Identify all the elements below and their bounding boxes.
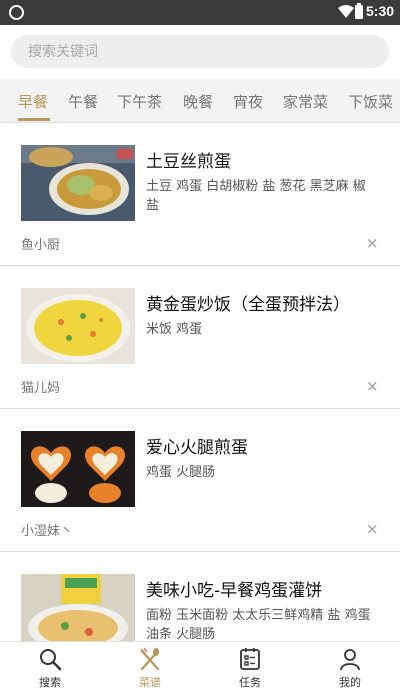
notification-circle-icon xyxy=(9,5,24,20)
close-icon[interactable]: × xyxy=(366,377,379,395)
tab-afternoon-tea[interactable]: 下午茶 xyxy=(117,91,162,112)
nav-label: 任务 xyxy=(239,676,261,689)
tab-home-cooking[interactable]: 家常菜 xyxy=(283,91,328,112)
person-icon xyxy=(340,649,360,671)
tab-dinner[interactable]: 晚餐 xyxy=(183,91,213,112)
recipe-title: 爱心火腿煎蛋 xyxy=(146,438,248,458)
close-icon[interactable]: × xyxy=(366,234,379,252)
category-tabs: 早餐 午餐 下午茶 晚餐 宵夜 家常菜 下饭菜 xyxy=(0,79,400,123)
task-icon xyxy=(240,648,260,670)
status-time: 5:30 xyxy=(366,3,395,19)
recipe-card[interactable]: 土豆丝煎蛋 土豆 鸡蛋 白胡椒粉 盐 葱花 黑芝麻 椒盐 鱼小厨 × xyxy=(0,123,400,266)
tab-lunch[interactable]: 午餐 xyxy=(68,91,98,112)
recipe-title: 土豆丝煎蛋 xyxy=(146,152,231,172)
recipe-card[interactable]: 爱心火腿煎蛋 鸡蛋 火腿肠 小湿妹丶 × xyxy=(0,409,400,552)
recipe-ingredients: 鸡蛋 火腿肠 xyxy=(146,465,216,480)
nav-profile[interactable]: 我的 xyxy=(300,642,400,691)
recipe-title: 黄金蛋炒饭（全蛋预拌法） xyxy=(146,295,350,315)
recipe-card[interactable]: 黄金蛋炒饭（全蛋预拌法） 米饭 鸡蛋 猫儿妈 × xyxy=(0,266,400,409)
recipe-author: 小湿妹丶 xyxy=(21,524,74,539)
search-icon xyxy=(40,649,62,671)
wifi-icon xyxy=(338,5,354,18)
recipe-ingredients: 面粉 玉米面粉 太太乐三鲜鸡精 盐 鸡蛋 油条 火腿肠 xyxy=(146,608,371,641)
nav-search[interactable]: 搜索 xyxy=(0,642,100,691)
recipe-thumbnail xyxy=(21,574,135,641)
tab-breakfast[interactable]: 早餐 xyxy=(18,91,48,112)
nav-label: 菜谱 xyxy=(139,676,161,689)
battery-icon xyxy=(355,3,363,19)
tab-rice-dishes[interactable]: 下饭菜 xyxy=(348,91,393,112)
recipe-card[interactable]: 美味小吃-早餐鸡蛋灌饼 面粉 玉米面粉 太太乐三鲜鸡精 盐 鸡蛋 油条 火腿肠 xyxy=(0,552,400,641)
bottom-navigation: 搜索 菜谱 任务 我的 xyxy=(0,641,400,690)
recipe-thumbnail xyxy=(21,288,135,364)
recipe-thumbnail xyxy=(21,431,135,507)
tab-late-night[interactable]: 宵夜 xyxy=(233,91,263,112)
recipe-author: 猫儿妈 xyxy=(21,381,61,396)
active-tab-indicator xyxy=(18,118,50,121)
recipe-list: 土豆丝煎蛋 土豆 鸡蛋 白胡椒粉 盐 葱花 黑芝麻 椒盐 鱼小厨 × 黄金蛋炒饭… xyxy=(0,123,400,641)
recipe-author: 鱼小厨 xyxy=(21,238,61,253)
nav-tasks[interactable]: 任务 xyxy=(200,642,300,691)
fork-spoon-icon xyxy=(140,647,160,671)
search-box[interactable] xyxy=(11,35,389,68)
recipe-ingredients: 土豆 鸡蛋 白胡椒粉 盐 葱花 黑芝麻 椒盐 xyxy=(146,179,366,213)
nav-recipes[interactable]: 菜谱 xyxy=(100,642,200,691)
nav-label: 搜索 xyxy=(39,676,61,689)
recipe-title: 美味小吃-早餐鸡蛋灌饼 xyxy=(146,581,323,601)
status-bar: 5:30 xyxy=(0,0,400,25)
nav-label: 我的 xyxy=(339,676,361,689)
recipe-thumbnail xyxy=(21,145,135,221)
search-input[interactable] xyxy=(11,35,389,68)
recipe-ingredients: 米饭 鸡蛋 xyxy=(146,322,203,337)
close-icon[interactable]: × xyxy=(366,520,379,538)
search-area xyxy=(0,25,400,79)
